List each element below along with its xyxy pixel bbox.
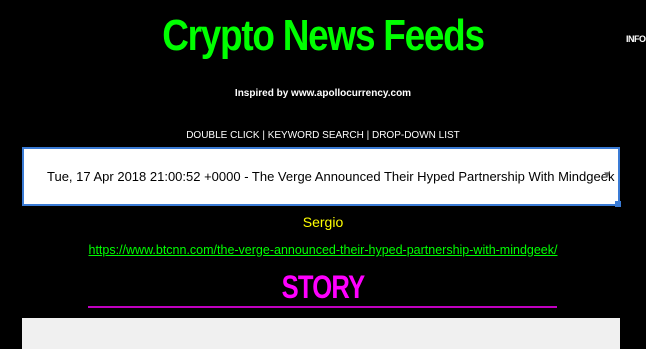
page-title: Crypto News Feeds — [162, 11, 485, 60]
info-link[interactable]: INFO — [626, 34, 646, 45]
story-divider — [88, 306, 557, 308]
article-author: Sergio — [302, 214, 344, 230]
story-heading: STORY — [281, 269, 366, 305]
story-content-panel — [22, 318, 620, 349]
chevron-down-icon[interactable]: ▼ — [602, 169, 612, 183]
subtitle: Inspired by www.apollocurrency.com — [234, 88, 412, 99]
dropdown-selected-value: Tue, 17 Apr 2018 21:00:52 +0000 - The Ve… — [47, 169, 615, 184]
article-link[interactable]: https://www.btcnn.com/the-verge-announce… — [0, 241, 646, 259]
news-feed-dropdown[interactable]: Tue, 17 Apr 2018 21:00:52 +0000 - The Ve… — [22, 147, 621, 207]
instructions-text: DOUBLE CLICK | KEYWORD SEARCH | DROP-DOW… — [186, 130, 460, 141]
resize-handle[interactable] — [615, 201, 621, 207]
